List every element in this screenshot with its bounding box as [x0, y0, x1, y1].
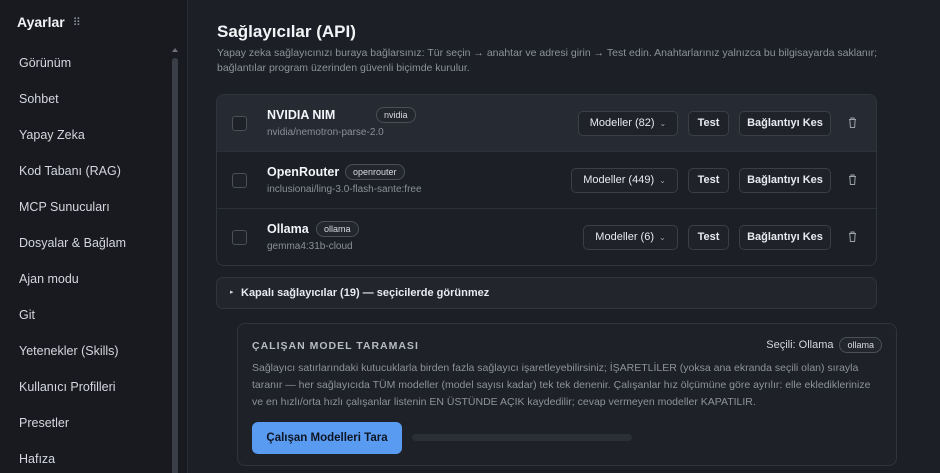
provider-tag: nvidia — [376, 107, 416, 123]
scan-selected: Seçili: Ollama ollama — [766, 337, 882, 353]
sidebar-item-presetler[interactable]: Presetler — [0, 405, 170, 441]
sidebar-header: Ayarlar ⠿ — [17, 14, 81, 30]
sidebar-item-dosyalar-baglam[interactable]: Dosyalar & Bağlam — [0, 225, 170, 261]
trash-icon[interactable] — [848, 174, 857, 185]
scan-selected-tag: ollama — [839, 337, 882, 353]
scan-models-button[interactable]: Çalışan Modelleri Tara — [252, 422, 402, 454]
test-button[interactable]: Test — [688, 225, 729, 250]
sidebar-item-ajan-modu[interactable]: Ajan modu — [0, 261, 170, 297]
drag-handle-icon[interactable]: ⠿ — [73, 16, 81, 29]
provider-name: Ollama — [267, 222, 309, 236]
chevron-down-icon: ⌄ — [658, 233, 666, 242]
trash-icon[interactable] — [848, 231, 857, 242]
provider-checkbox[interactable] — [232, 230, 247, 245]
model-scan-panel: ÇALIŞAN MODEL TARAMASI Seçili: Ollama ol… — [237, 323, 897, 466]
test-button[interactable]: Test — [688, 168, 729, 193]
provider-tag: openrouter — [345, 164, 405, 180]
provider-model: nvidia/nemotron-parse-2.0 — [267, 127, 384, 138]
provider-name: OpenRouter — [267, 165, 340, 179]
provider-model: inclusionai/ling-3.0-flash-sante:free — [267, 184, 422, 195]
provider-name: NVIDIA NIM — [267, 108, 336, 122]
sidebar-scrollbar[interactable] — [172, 48, 178, 473]
closed-providers-label: Kapalı sağlayıcılar (19) — seçicilerde g… — [241, 287, 490, 299]
sidebar-list: Görünüm Sohbet Yapay Zeka Kod Tabanı (RA… — [0, 45, 170, 473]
scan-title: ÇALIŞAN MODEL TARAMASI — [252, 340, 419, 352]
closed-providers-toggle[interactable]: ▸ Kapalı sağlayıcılar (19) — seçicilerde… — [216, 277, 877, 309]
sidebar-item-mcp-sunuculari[interactable]: MCP Sunucuları — [0, 189, 170, 225]
provider-row-ollama: Ollama ollama gemma4:31b-cloud Modeller … — [217, 209, 876, 265]
sidebar-item-gorunum[interactable]: Görünüm — [0, 45, 170, 81]
models-dropdown-button[interactable]: Modeller (82) ⌄ — [578, 111, 678, 136]
disconnect-button[interactable]: Bağlantıyı Kes — [739, 111, 831, 136]
sidebar-item-git[interactable]: Git — [0, 297, 170, 333]
models-button-label: Modeller (6) — [595, 231, 654, 243]
page-title: Sağlayıcılar (API) — [217, 22, 356, 41]
disconnect-button[interactable]: Bağlantıyı Kes — [739, 225, 831, 250]
provider-tag: ollama — [316, 221, 359, 237]
provider-list: NVIDIA NIM nvidia nvidia/nemotron-parse-… — [216, 94, 877, 266]
scroll-up-icon[interactable] — [172, 48, 178, 52]
sidebar: Ayarlar ⠿ Görünüm Sohbet Yapay Zeka Kod … — [0, 0, 188, 473]
sidebar-item-yapay-zeka[interactable]: Yapay Zeka — [0, 117, 170, 153]
provider-model: gemma4:31b-cloud — [267, 241, 353, 252]
chevron-down-icon: ⌄ — [659, 176, 666, 185]
sidebar-item-yetenekler[interactable]: Yetenekler (Skills) — [0, 333, 170, 369]
chevron-down-icon: ⌄ — [659, 119, 667, 128]
provider-checkbox[interactable] — [232, 116, 247, 131]
models-dropdown-button[interactable]: Modeller (6) ⌄ — [583, 225, 678, 250]
provider-row-nvidia: NVIDIA NIM nvidia nvidia/nemotron-parse-… — [217, 95, 876, 152]
models-button-label: Modeller (449) — [583, 174, 655, 186]
scan-description: Sağlayıcı satırlarındaki kutucuklarla bi… — [252, 362, 871, 408]
main-content: Sağlayıcılar (API) Yapay zeka sağlayıcın… — [189, 0, 940, 473]
disclosure-triangle-icon: ▸ — [230, 289, 234, 296]
scan-selected-label: Seçili: Ollama — [766, 339, 834, 351]
sidebar-scroll-thumb[interactable] — [172, 58, 178, 473]
trash-icon[interactable] — [848, 117, 857, 128]
provider-checkbox[interactable] — [232, 173, 247, 188]
page-description: Yapay zeka sağlayıcınızı buraya bağlarsı… — [217, 47, 878, 74]
sidebar-item-kullanici-profilleri[interactable]: Kullanıcı Profilleri — [0, 369, 170, 405]
test-button[interactable]: Test — [688, 111, 729, 136]
sidebar-item-hafiza[interactable]: Hafıza — [0, 441, 170, 473]
sidebar-title: Ayarlar — [17, 14, 65, 30]
provider-row-openrouter: OpenRouter openrouter inclusionai/ling-3… — [217, 152, 876, 209]
models-dropdown-button[interactable]: Modeller (449) ⌄ — [571, 168, 678, 193]
disconnect-button[interactable]: Bağlantıyı Kes — [739, 168, 831, 193]
sidebar-item-sohbet[interactable]: Sohbet — [0, 81, 170, 117]
scan-progress-bar — [412, 434, 632, 441]
sidebar-item-kod-tabani[interactable]: Kod Tabanı (RAG) — [0, 153, 170, 189]
models-button-label: Modeller (82) — [589, 117, 655, 129]
